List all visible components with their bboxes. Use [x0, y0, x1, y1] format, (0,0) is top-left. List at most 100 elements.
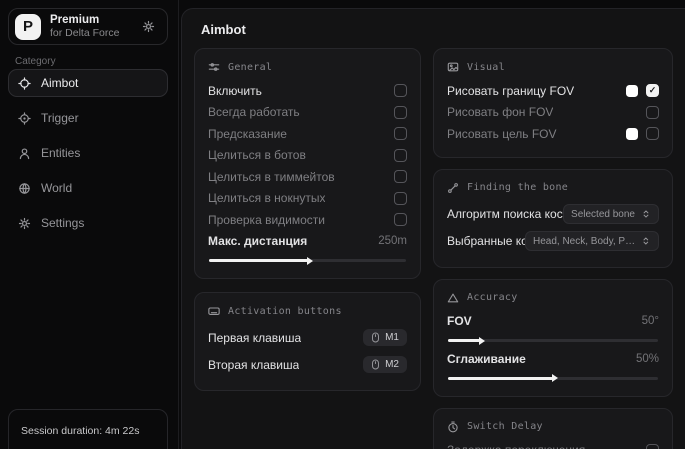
aim-bots-checkbox[interactable]	[394, 149, 407, 162]
gear-icon	[18, 217, 31, 230]
keybind-value: M1	[385, 332, 399, 343]
page-title: Aimbot	[194, 9, 673, 48]
setting-row: Включить	[208, 80, 407, 102]
slider-label: Сглаживание	[447, 352, 526, 366]
first-key-binding[interactable]: M1	[363, 329, 407, 346]
category-label: Category	[15, 56, 56, 67]
general-card: General Включить Всегда работать Предска…	[194, 48, 421, 279]
bone-icon	[447, 182, 459, 194]
slider-fill	[448, 339, 480, 342]
smoothing-slider[interactable]	[448, 377, 658, 380]
setting-label: Всегда работать	[208, 105, 300, 119]
slider-label: Макс. дистанция	[208, 234, 307, 248]
fov-slider[interactable]	[448, 339, 658, 342]
setting-row: Задержка переключения	[447, 440, 659, 449]
sidebar-item-settings[interactable]: Settings	[8, 209, 168, 237]
session-duration-box: Session duration: 4m 22s	[8, 409, 168, 449]
switch-delay-checkbox[interactable]	[646, 444, 659, 449]
selected-bones-select[interactable]: Head, Neck, Body, Pe...	[525, 231, 659, 251]
setting-row: Рисовать фон FOV	[447, 102, 659, 124]
setting-label: Алгоритм поиска кост	[447, 207, 563, 221]
app-window: P Premium for Delta Force Category Aimbo…	[0, 0, 685, 449]
setting-label: Целиться в нокнутых	[208, 191, 325, 205]
slider-fill	[448, 377, 553, 380]
keyboard-icon	[208, 305, 220, 317]
bone-card: Finding the bone Алгоритм поиска кост Se…	[433, 169, 673, 268]
slider-row: FOV 50°	[447, 311, 659, 333]
activation-card: Activation buttons Первая клавиша M1 Вто…	[194, 292, 421, 391]
product-name: Premium	[50, 14, 131, 27]
setting-row: Алгоритм поиска кост Selected bone	[447, 201, 659, 228]
keybind-label: Вторая клавиша	[208, 358, 299, 372]
setting-label: Включить	[208, 84, 262, 98]
slider-row: Макс. дистанция 250m	[208, 231, 407, 253]
product-card: P Premium for Delta Force	[8, 8, 168, 45]
draw-fov-target-checkbox[interactable]	[646, 127, 659, 140]
max-distance-slider[interactable]	[209, 259, 406, 262]
slider-fill	[209, 259, 308, 262]
slider-label: FOV	[447, 314, 472, 328]
section-title: Activation buttons	[228, 306, 342, 317]
chevron-up-down-icon	[641, 236, 651, 246]
draw-fov-border-checkbox[interactable]	[646, 84, 659, 97]
select-value: Selected bone	[571, 209, 635, 220]
keybind-value: M2	[385, 359, 399, 370]
setting-label: Рисовать фон FOV	[447, 105, 553, 119]
product-subtitle: for Delta Force	[50, 27, 131, 39]
crosshair-icon	[18, 77, 31, 90]
entities-icon	[18, 147, 31, 160]
sidebar: P Premium for Delta Force Category Aimbo…	[0, 0, 179, 449]
slider-value: 250m	[378, 235, 407, 247]
gear-icon	[142, 20, 155, 33]
product-logo: P	[15, 14, 41, 40]
section-title: General	[228, 62, 272, 73]
section-title: Switch Delay	[467, 421, 543, 432]
session-duration-label: Session duration: 4m 22s	[21, 425, 139, 437]
fov-border-color-swatch[interactable]	[626, 85, 638, 97]
draw-fov-background-checkbox[interactable]	[646, 106, 659, 119]
sidebar-item-aimbot[interactable]: Aimbot	[8, 69, 168, 97]
sidebar-item-label: World	[41, 181, 72, 195]
bone-algorithm-select[interactable]: Selected bone	[563, 204, 659, 224]
slider-value: 50%	[636, 353, 659, 365]
main-panel: Aimbot General Включить Всегда работать	[181, 8, 685, 449]
keybind-row: Первая клавиша M1	[208, 324, 407, 351]
section-title: Finding the bone	[467, 182, 568, 193]
enable-checkbox[interactable]	[394, 84, 407, 97]
sidebar-settings-button[interactable]	[140, 18, 157, 35]
visibility-check-checkbox[interactable]	[394, 213, 407, 226]
visual-card: Visual Рисовать границу FOV Рисовать фон…	[433, 48, 673, 158]
accuracy-card: Accuracy FOV 50° Сглаживание 50%	[433, 279, 673, 397]
sidebar-item-trigger[interactable]: Trigger	[8, 104, 168, 132]
aim-knocked-checkbox[interactable]	[394, 192, 407, 205]
image-icon	[447, 61, 459, 73]
setting-row: Целиться в нокнутых	[208, 188, 407, 210]
setting-label: Проверка видимости	[208, 213, 325, 227]
second-key-binding[interactable]: M2	[363, 356, 407, 373]
sidebar-item-label: Trigger	[41, 111, 79, 125]
switch-delay-card: Switch Delay Задержка переключения Задер…	[433, 408, 673, 449]
setting-label: Выбранные кос	[447, 234, 525, 248]
section-title: Accuracy	[467, 292, 518, 303]
sidebar-item-entities[interactable]: Entities	[8, 139, 168, 167]
section-title: Visual	[467, 62, 505, 73]
trigger-icon	[18, 112, 31, 125]
fov-target-color-swatch[interactable]	[626, 128, 638, 140]
setting-row: Рисовать границу FOV	[447, 80, 659, 102]
chevron-up-down-icon	[641, 209, 651, 219]
slider-value: 50°	[642, 315, 659, 327]
sidebar-item-world[interactable]: World	[8, 174, 168, 202]
keybind-row: Вторая клавиша M2	[208, 351, 407, 378]
prediction-checkbox[interactable]	[394, 127, 407, 140]
setting-row: Предсказание	[208, 123, 407, 145]
setting-label: Рисовать границу FOV	[447, 84, 574, 98]
mouse-icon	[371, 359, 380, 370]
sidebar-item-label: Settings	[41, 216, 84, 230]
mouse-icon	[371, 332, 380, 343]
sidebar-nav: Aimbot Trigger Entities World Settings	[8, 69, 168, 244]
aim-teammates-checkbox[interactable]	[394, 170, 407, 183]
always-work-checkbox[interactable]	[394, 106, 407, 119]
slider-row: Сглаживание 50%	[447, 348, 659, 370]
setting-row: Целиться в тиммейтов	[208, 166, 407, 188]
setting-label: Целиться в ботов	[208, 148, 306, 162]
